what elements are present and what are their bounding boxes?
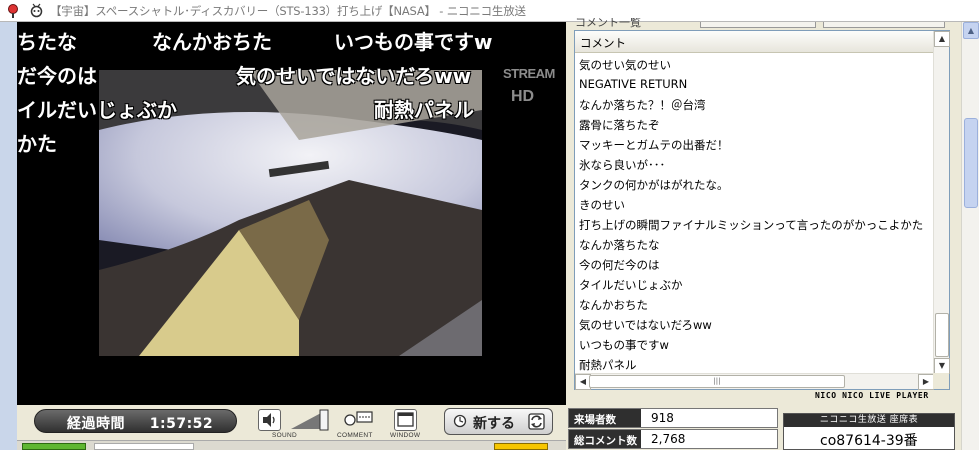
niconico-logo-icon	[8, 4, 18, 18]
list-item[interactable]: 耐熱パネル	[579, 357, 637, 373]
watermark-hd: HD	[511, 88, 535, 105]
overlay-comment: 耐熱パネル	[374, 98, 474, 122]
overlay-comment: だ今のは	[17, 64, 97, 88]
left-edge-strip	[0, 22, 17, 450]
list-item[interactable]: いつもの事ですw	[579, 337, 669, 353]
overlay-comment: イルだいじょぶか	[17, 98, 177, 122]
stats-panel: 来場者数 918 総コメント数 2,768	[568, 408, 778, 450]
window-label: WINDOW	[390, 432, 421, 439]
list-item[interactable]: 気のせい気のせい	[579, 57, 671, 73]
list-item[interactable]: タイルだいじょぶか	[579, 277, 683, 293]
window-scroll-up-button[interactable]: ▲	[963, 22, 979, 39]
list-item[interactable]: マッキーとガムテの出番だ！	[579, 137, 729, 153]
h-scroll-thumb[interactable]: |||	[589, 375, 845, 388]
overlay-comment: いつもの事ですw	[334, 30, 493, 54]
visitors-row: 来場者数 918	[568, 408, 778, 428]
list-item[interactable]: なんか落ちたな	[579, 237, 660, 253]
window-icon	[397, 412, 414, 427]
comment-icon	[344, 411, 373, 426]
visitors-value: 918	[651, 411, 674, 425]
total-comments-value: 2,768	[651, 432, 686, 446]
visitors-label: 来場者数	[569, 409, 641, 427]
sound-button[interactable]	[258, 409, 281, 431]
list-item[interactable]: 露骨に落ちたぞ	[579, 117, 660, 133]
scroll-corner	[933, 373, 949, 389]
list-item[interactable]: 打ち上げの瞬間ファイナルミッションって言ったのがかっこよかた	[579, 217, 923, 233]
volume-slider[interactable]	[289, 409, 331, 431]
elapsed-label: 経過時間	[67, 416, 125, 432]
scroll-right-button[interactable]: ▶	[918, 374, 934, 390]
refresh-icon	[453, 414, 467, 428]
seat-info-box: ニコニコ生放送 座席表 co87614-39番	[783, 413, 955, 450]
list-item[interactable]: なんかおちた	[579, 297, 648, 313]
elapsed-time-display: 経過時間 1:57:52	[34, 409, 237, 433]
bottom-green-button[interactable]	[22, 443, 86, 450]
overlay-comment: ちたな	[17, 30, 77, 54]
scroll-up-button[interactable]: ▲	[934, 31, 950, 47]
list-item[interactable]: タンクの何かがはがれたな。	[579, 177, 729, 193]
comment-list[interactable]: コメント 気のせい気のせい NEGATIVE RETURN なんか落ちた？！＠台…	[574, 30, 950, 390]
bottom-input-field[interactable]	[94, 443, 194, 450]
reload-arrows-icon	[528, 413, 545, 430]
player-brand-label: NICO NICO LIVE PLAYER	[815, 391, 929, 400]
comment-vertical-scrollbar[interactable]: ▲ ▼	[933, 31, 950, 374]
elapsed-value: 1:57:52	[149, 416, 214, 432]
seat-info-header: ニコニコ生放送 座席表	[784, 414, 954, 427]
window-scroll-thumb[interactable]	[964, 118, 978, 208]
sound-label: SOUND	[272, 432, 297, 439]
window-scrollbar[interactable]: ▲	[961, 22, 979, 450]
window-title: 【宇宙】スペースシャトル･ディスカバリー（STS-133）打ち上げ【NASA】 …	[50, 4, 526, 18]
comment-tab-b[interactable]	[823, 22, 945, 28]
total-comments-label: 総コメント数	[569, 430, 641, 448]
watermark-stream: STREAM	[503, 66, 555, 81]
speaker-icon	[263, 413, 275, 427]
refresh-label: 新する	[473, 416, 515, 432]
title-bar: 【宇宙】スペースシャトル･ディスカバリー（STS-133）打ち上げ【NASA】 …	[0, 0, 979, 22]
overlay-comment: 気のせいではないだろww	[236, 64, 472, 88]
total-comments-row: 総コメント数 2,768	[568, 429, 778, 449]
comment-toggle-button[interactable]	[342, 409, 374, 431]
seat-number: co87614-39番	[820, 433, 918, 449]
comment-tab-a[interactable]	[700, 22, 816, 28]
comment-column-header[interactable]: コメント	[575, 31, 934, 53]
scroll-thumb[interactable]	[935, 313, 949, 357]
bottom-yellow-button[interactable]	[494, 443, 548, 450]
comment-label: COMMENT	[337, 432, 373, 439]
list-item[interactable]: 気のせいではないだろww	[579, 317, 712, 333]
window-button[interactable]	[394, 409, 417, 431]
overlay-comment: かた	[17, 132, 57, 156]
comment-horizontal-scrollbar[interactable]: ◀ ||| ▶	[575, 373, 934, 390]
video-player[interactable]: STREAM HD ちたな なんかおちた いつもの事ですw だ今のは 気のせいで…	[17, 22, 566, 405]
refresh-button[interactable]: 新する	[444, 408, 553, 435]
list-item[interactable]: なんか落ちた？！＠台湾	[579, 97, 706, 113]
list-item[interactable]: NEGATIVE RETURN	[579, 77, 687, 91]
scroll-down-button[interactable]: ▼	[934, 358, 950, 374]
list-item[interactable]: きのせい	[579, 197, 625, 213]
overlay-comment: なんかおちた	[152, 30, 272, 54]
list-item[interactable]: 氷なら良いが･･･	[579, 157, 665, 173]
list-item[interactable]: 今の何だ今のは	[579, 257, 660, 273]
niconico-tv-icon	[30, 3, 43, 18]
